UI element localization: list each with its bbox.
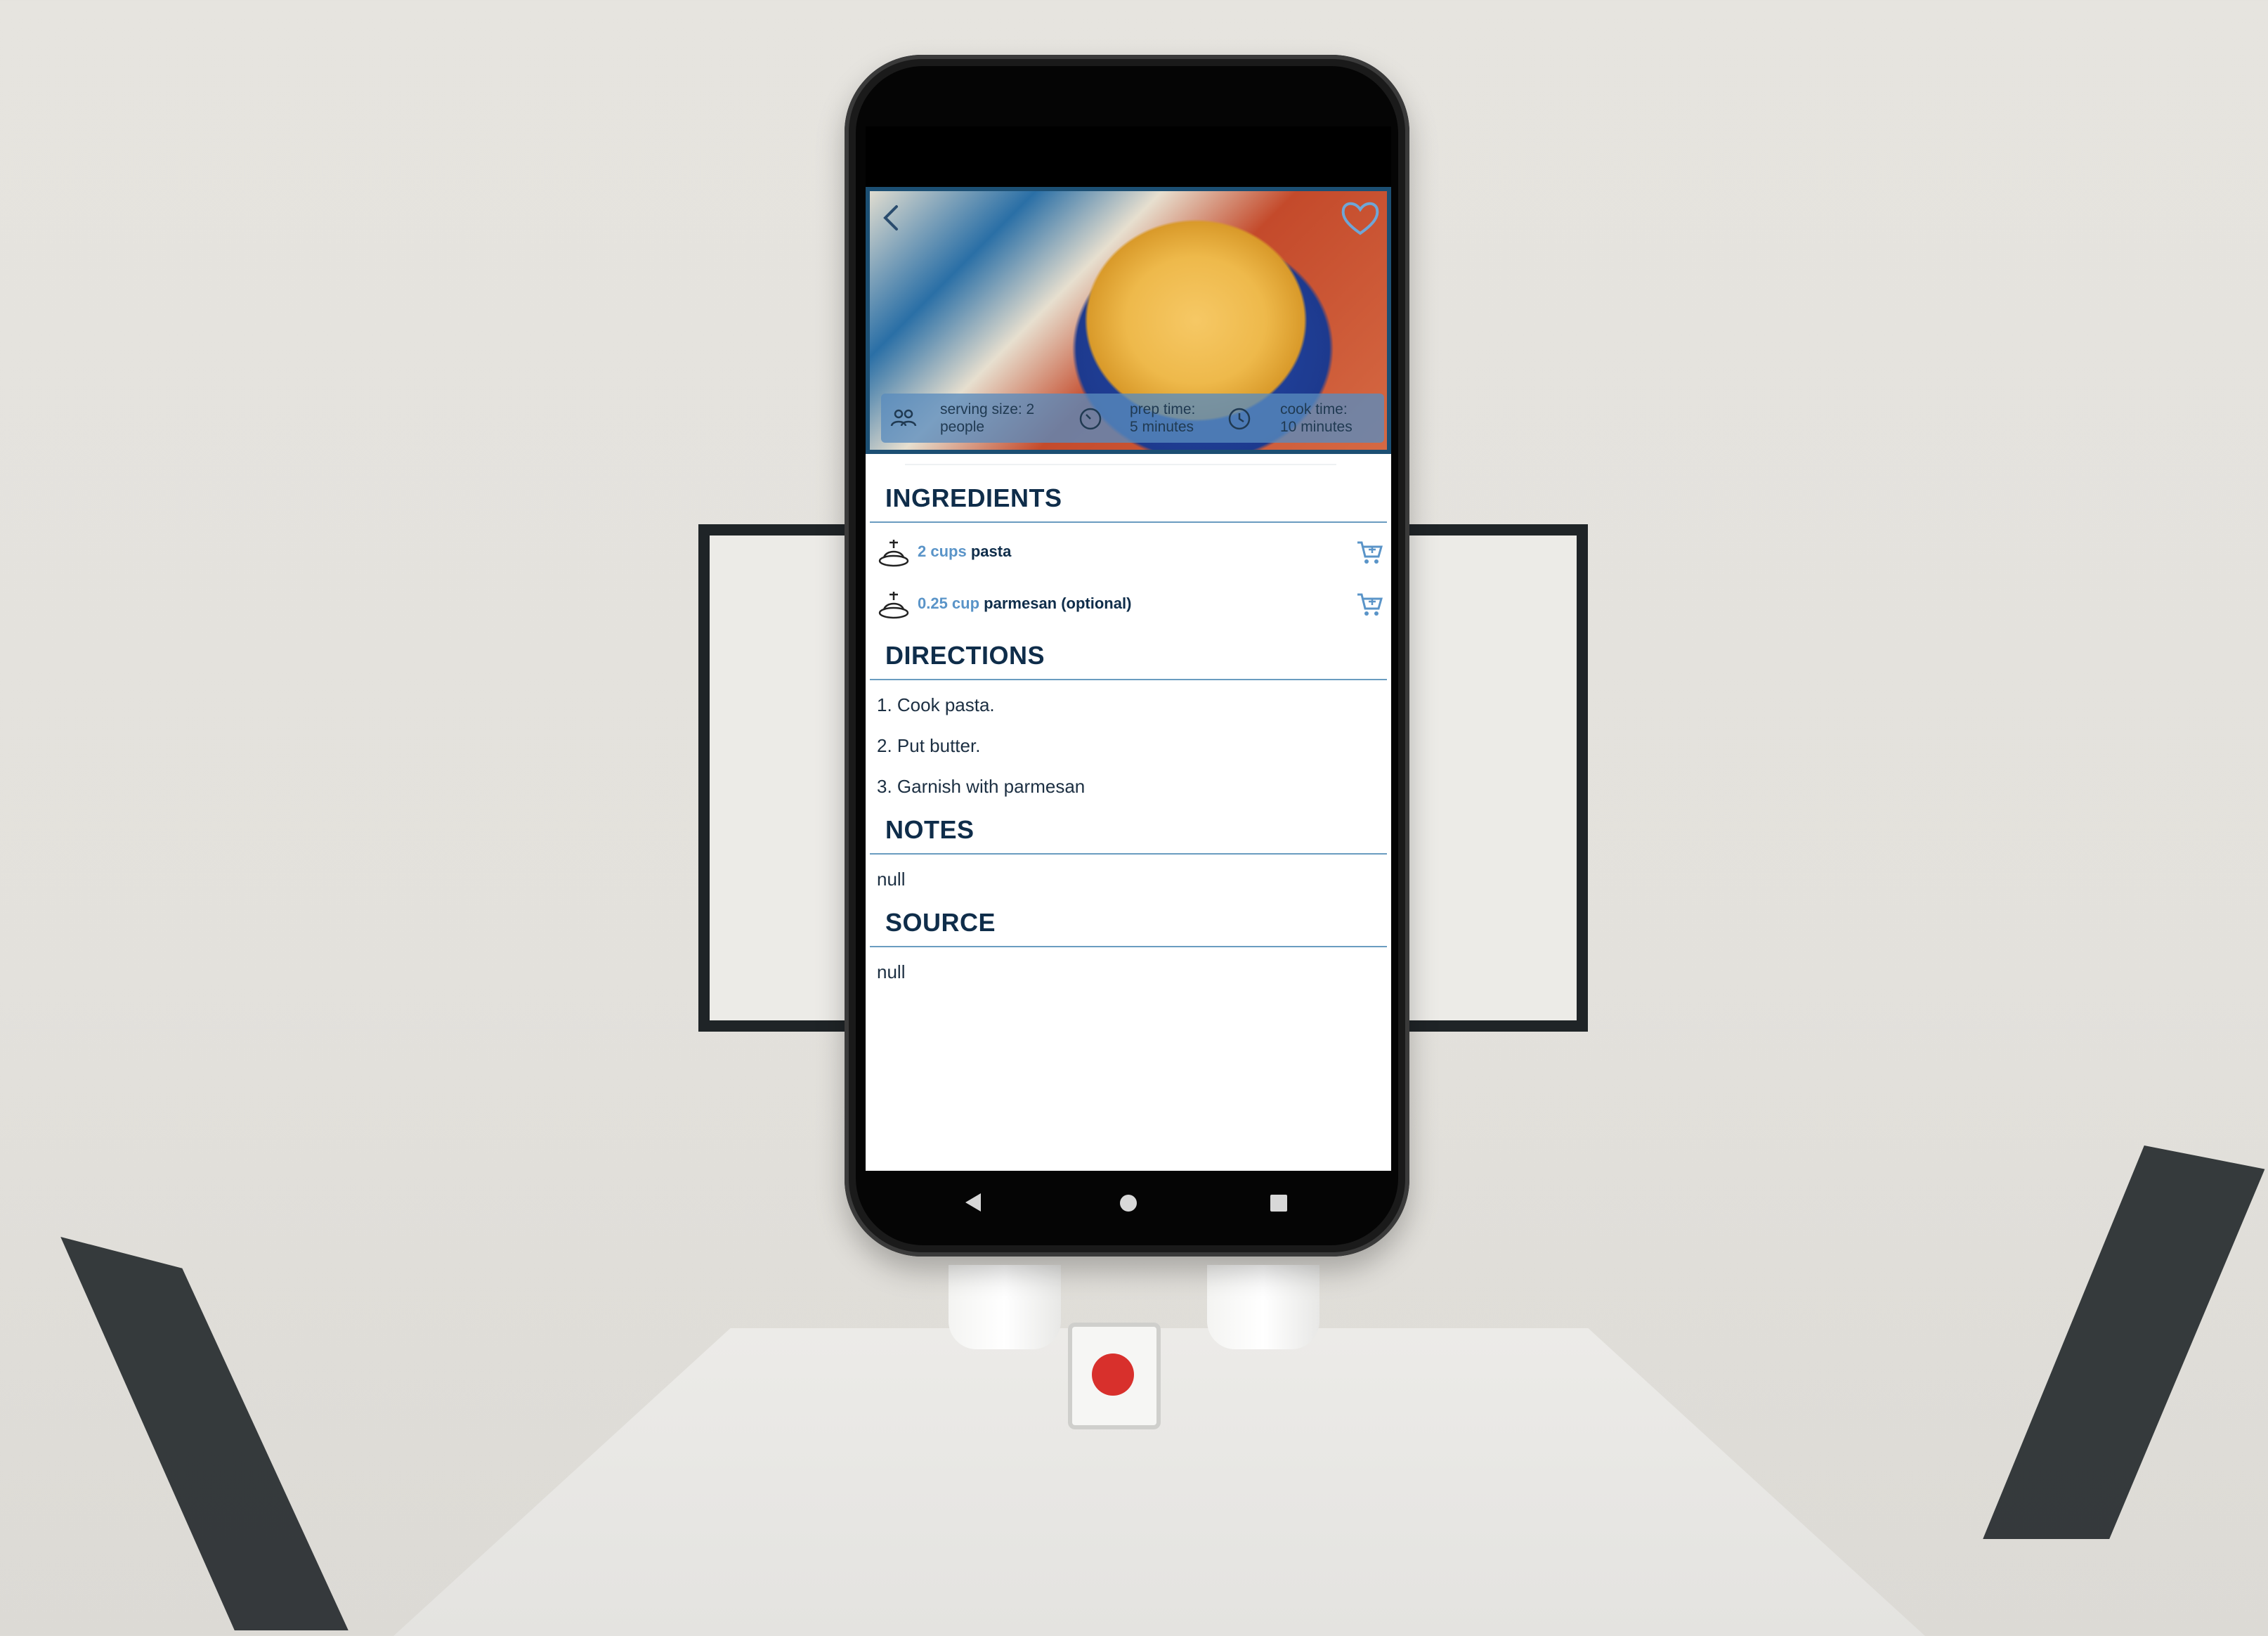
vase-left bbox=[949, 1265, 1061, 1349]
ingredient-text: 2 cups pasta bbox=[918, 543, 1011, 561]
power-socket bbox=[1092, 1353, 1134, 1396]
android-nav-bar bbox=[866, 1171, 1391, 1231]
divider bbox=[905, 464, 1336, 465]
chair-left bbox=[35, 1237, 386, 1630]
source-text: null bbox=[877, 961, 906, 982]
recents-square-icon[interactable] bbox=[1269, 1193, 1289, 1213]
notes-text: null bbox=[877, 869, 906, 890]
ingredient-quantity: 2 cups bbox=[918, 543, 967, 560]
cook-time-stat: cook time: 10 minutes bbox=[1280, 401, 1353, 436]
source-rule bbox=[870, 946, 1387, 947]
power-cube bbox=[1068, 1323, 1161, 1429]
direction-step: 3. Garnish with parmesan bbox=[877, 776, 1086, 797]
directions-rule bbox=[870, 679, 1387, 680]
home-circle-icon[interactable] bbox=[1119, 1193, 1138, 1213]
prep-time-stat: prep time: 5 minutes bbox=[1130, 401, 1195, 436]
ingredients-rule bbox=[870, 521, 1387, 523]
phone-screen: serving size: 2 people prep time: 5 minu… bbox=[866, 126, 1391, 1171]
direction-step: 2. Put butter. bbox=[877, 735, 981, 756]
timer-icon bbox=[1079, 408, 1102, 430]
serving-size-stat: serving size: 2 people bbox=[940, 401, 1034, 436]
cook-time-label: cook time: bbox=[1280, 401, 1348, 417]
ingredients-heading: INGREDIENTS bbox=[885, 483, 1062, 512]
prep-time-label: prep time: bbox=[1130, 401, 1196, 417]
prep-time-value: 5 minutes bbox=[1130, 419, 1194, 435]
vase-right bbox=[1207, 1265, 1319, 1349]
serving-size-label: serving size: 2 bbox=[940, 401, 1035, 417]
chair-right bbox=[1932, 1145, 2268, 1539]
notes-rule bbox=[870, 853, 1387, 855]
add-to-cart-icon[interactable] bbox=[1355, 590, 1384, 618]
ingredient-dish-icon bbox=[878, 592, 909, 619]
chevron-left-icon bbox=[883, 205, 898, 231]
recipe-detail-page: serving size: 2 people prep time: 5 minu… bbox=[866, 187, 1391, 1171]
ingredient-text: 0.25 cup parmesan (optional) bbox=[918, 595, 1131, 613]
recipe-stats-bar: serving size: 2 people prep time: 5 minu… bbox=[881, 394, 1384, 443]
source-heading: SOURCE bbox=[885, 908, 996, 937]
people-icon bbox=[890, 409, 917, 427]
recipe-hero-image: serving size: 2 people prep time: 5 minu… bbox=[866, 187, 1391, 454]
direction-step: 1. Cook pasta. bbox=[877, 694, 995, 715]
heart-icon bbox=[1341, 202, 1379, 235]
ingredient-row: 0.25 cup parmesan (optional) bbox=[866, 583, 1391, 625]
ingredient-name: pasta bbox=[970, 543, 1012, 560]
cook-time-value: 10 minutes bbox=[1280, 419, 1353, 435]
ingredient-row: 2 cups pasta bbox=[866, 531, 1391, 573]
ingredient-dish-icon bbox=[878, 540, 909, 567]
clock-icon bbox=[1228, 408, 1251, 430]
notes-heading: NOTES bbox=[885, 815, 975, 844]
back-button[interactable] bbox=[875, 201, 909, 235]
back-triangle-icon[interactable] bbox=[963, 1192, 984, 1213]
add-to-cart-icon[interactable] bbox=[1355, 538, 1384, 566]
ingredient-name: parmesan (optional) bbox=[984, 595, 1132, 612]
directions-heading: DIRECTIONS bbox=[885, 641, 1045, 670]
serving-size-value: people bbox=[940, 419, 985, 435]
ingredient-quantity: 0.25 cup bbox=[918, 595, 980, 612]
favorite-button[interactable] bbox=[1339, 198, 1381, 238]
